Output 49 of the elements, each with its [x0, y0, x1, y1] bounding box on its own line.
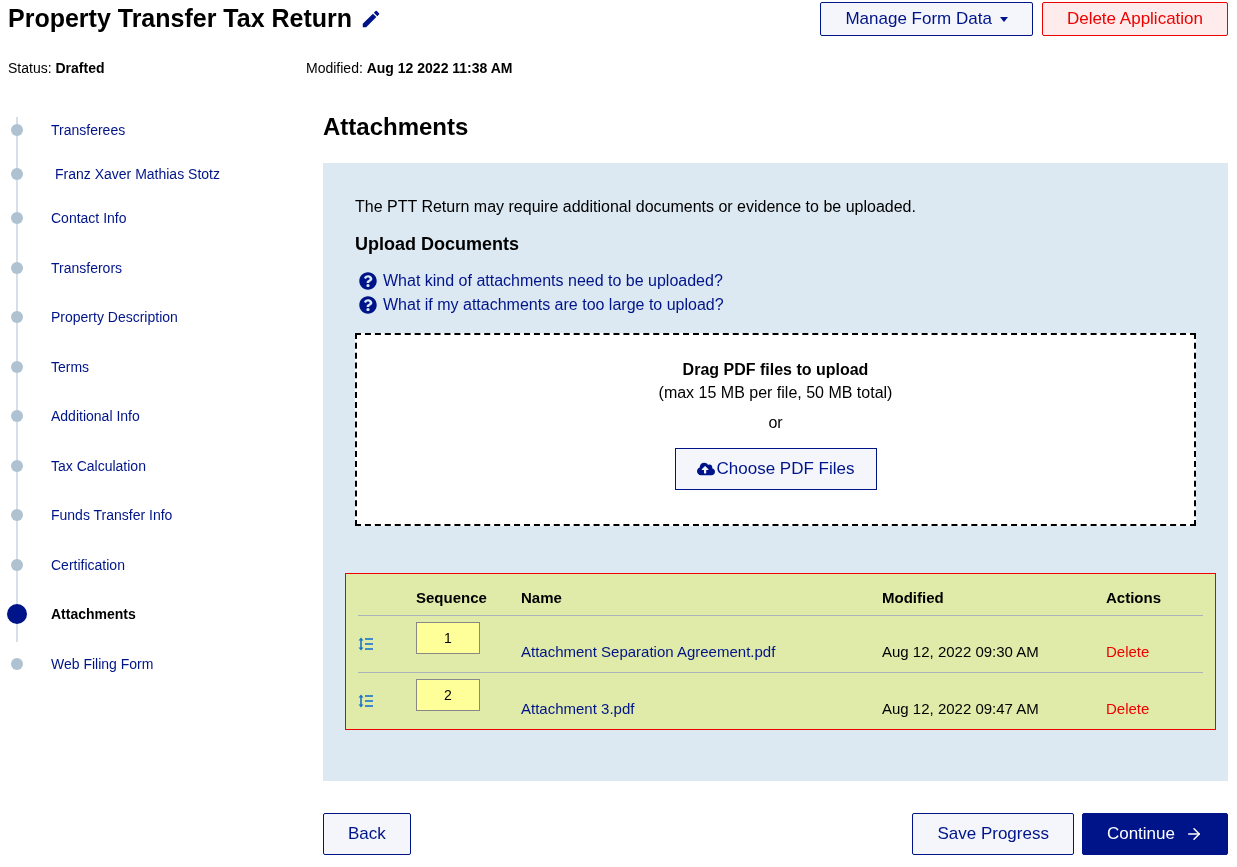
- reorder-icon[interactable]: [358, 637, 374, 651]
- help-icon: [359, 296, 377, 314]
- save-button[interactable]: Save Progress: [912, 813, 1074, 855]
- section-title: Attachments: [323, 113, 470, 141]
- sequence-field[interactable]: 1: [416, 622, 480, 654]
- drop-zone[interactable]: Drag PDF files to upload (max 15 MB per file, 50 MB total) or Choose PDF Files: [355, 333, 1196, 526]
- column-header: Sequence: [416, 589, 488, 606]
- reorder-icon[interactable]: [358, 694, 374, 708]
- step-link[interactable]: Certification: [51, 556, 125, 573]
- step-link[interactable]: Web Filing Form: [51, 655, 154, 672]
- delete-button[interactable]: Delete Application: [1041, 2, 1228, 36]
- subsection-title: Upload Documents: [355, 234, 520, 255]
- delete-link[interactable]: Delete: [1106, 642, 1203, 660]
- help-icon: [359, 272, 377, 290]
- column-header: Modified: [882, 589, 945, 606]
- or-text: or: [768, 414, 783, 432]
- step-link[interactable]: Franz Xaver Mathias Stotz: [55, 166, 220, 182]
- sequence-field[interactable]: 2: [416, 679, 480, 711]
- modified-cell-text: Aug 12, 2022 09:47 AM: [882, 699, 1040, 717]
- drop-title: Drag PDF files to upload: [682, 361, 869, 379]
- help-link[interactable]: What kind of attachments need to be uploaded?: [359, 269, 1196, 293]
- step-link[interactable]: Additional Info: [51, 408, 140, 425]
- step-link[interactable]: Contact Info: [51, 210, 127, 227]
- step-link[interactable]: Funds Transfer Info: [51, 507, 173, 524]
- meta-text: Modified: Aug 12 2022 11:38 AM: [306, 60, 514, 76]
- step-link[interactable]: Attachments: [51, 606, 136, 623]
- cloud-upload-icon: [696, 460, 715, 478]
- choose-files-button[interactable]: Choose PDF Files: [674, 448, 877, 490]
- column-header: Name: [521, 589, 563, 606]
- step-link[interactable]: Terms: [51, 358, 90, 375]
- arrow-right-icon: [1185, 825, 1203, 843]
- page-title: Property Transfer Tax Return: [8, 4, 353, 33]
- file-link[interactable]: Attachment Separation Agreement.pdf: [521, 642, 882, 660]
- file-link[interactable]: Attachment 3.pdf: [521, 699, 882, 717]
- continue-button[interactable]: Continue: [1081, 813, 1228, 855]
- column-header: Actions: [1106, 589, 1162, 606]
- step-link[interactable]: Transferees: [51, 121, 126, 138]
- caret-icon: [999, 16, 1008, 22]
- step-link[interactable]: Transferors: [51, 259, 123, 276]
- back-button[interactable]: Back: [323, 813, 411, 855]
- delete-link[interactable]: Delete: [1106, 699, 1203, 717]
- step-link[interactable]: Tax Calculation: [51, 457, 146, 474]
- step-link[interactable]: Property Description: [51, 309, 178, 326]
- help-link[interactable]: What if my attachments are too large to upload?: [359, 293, 1196, 317]
- modified-cell-text: Aug 12, 2022 09:30 AM: [882, 642, 1040, 660]
- drop-limits: (max 15 MB per file, 50 MB total): [658, 384, 893, 402]
- intro-text: The PTT Return may require additional documents or evidence to be uploaded.: [355, 198, 917, 216]
- meta-text: Status: Drafted: [8, 60, 106, 76]
- dropdown-button[interactable]: Manage Form Data: [820, 2, 1033, 36]
